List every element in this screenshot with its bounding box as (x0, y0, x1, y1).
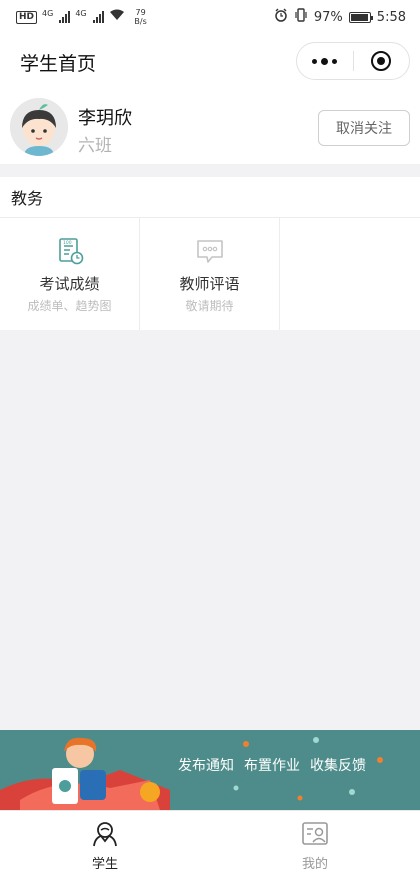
comment-bubble-icon (196, 240, 223, 263)
teacher-comments-tile[interactable]: 教师评语 敬请期待 (140, 218, 280, 330)
more-dots-icon (312, 58, 318, 64)
bottom-tab-bar: 学生 我的 (0, 810, 420, 873)
signal-tag-2: 4G (75, 8, 87, 18)
speed-value: 79 (135, 8, 146, 17)
signal-tag: 4G (42, 8, 54, 18)
unfollow-button[interactable]: 取消关注 (318, 110, 410, 146)
tile-subtitle: 成绩单、趋势图 (27, 299, 112, 313)
alarm-icon (274, 8, 288, 26)
tab-student[interactable]: 学生 (0, 811, 210, 873)
close-mini-program-button[interactable] (354, 51, 410, 71)
empty-tile (280, 218, 420, 330)
page-title: 学生首页 (20, 52, 97, 75)
target-close-icon (371, 51, 392, 71)
signal-icon (59, 11, 71, 23)
hd-badge: HD (16, 10, 38, 24)
score-report-icon: 100 (58, 238, 83, 265)
banner-text-group: 发布通知 布置作业 收集反馈 (178, 755, 366, 775)
affairs-section-title: 教务 (0, 177, 420, 218)
battery-fill (350, 13, 369, 21)
promo-banner[interactable]: 发布通知 布置作业 收集反馈 (0, 730, 420, 810)
exam-scores-tile[interactable]: 100 考试成绩 成绩单、趋势图 (0, 218, 140, 330)
banner-item: 布置作业 (244, 758, 300, 774)
tab-mine[interactable]: 我的 (210, 811, 420, 873)
student-icon (93, 822, 117, 847)
wifi-icon (109, 9, 125, 25)
status-left: HD 4G 4G 79 B/s (16, 8, 152, 26)
tab-label: 我的 (301, 857, 328, 872)
speed-unit: B/s (134, 17, 147, 26)
svg-text:100: 100 (63, 240, 72, 246)
avatar (10, 98, 68, 156)
clock: 5:58 (376, 9, 406, 25)
signal-icon-2 (92, 11, 104, 23)
tile-label: 考试成绩 (39, 275, 100, 293)
more-menu-button[interactable] (297, 57, 353, 65)
status-bar: HD 4G 4G 79 B/s 97% 5:58 (0, 0, 420, 34)
battery-icon (348, 11, 373, 23)
tile-subtitle: 敬请期待 (185, 299, 234, 313)
banner-item: 发布通知 (178, 758, 234, 774)
student-profile-card: 李玥欣 六班 取消关注 (0, 90, 420, 164)
tile-label: 教师评语 (179, 275, 240, 293)
affairs-grid: 100 考试成绩 成绩单、趋势图 教师评语 敬请期待 (0, 218, 420, 330)
banner-item: 收集反馈 (310, 758, 366, 774)
student-class: 六班 (78, 136, 112, 156)
mini-program-capsule (296, 42, 410, 80)
tab-label: 学生 (91, 857, 118, 872)
network-speed: 79 B/s (130, 8, 152, 26)
status-right: 97% 5:58 (274, 8, 406, 26)
profile-card-icon (302, 822, 328, 845)
student-name: 李玥欣 (78, 108, 132, 129)
battery-percent: 97% (313, 9, 343, 25)
nav-bar: 学生首页 (0, 34, 420, 90)
vibrate-icon (294, 8, 308, 26)
